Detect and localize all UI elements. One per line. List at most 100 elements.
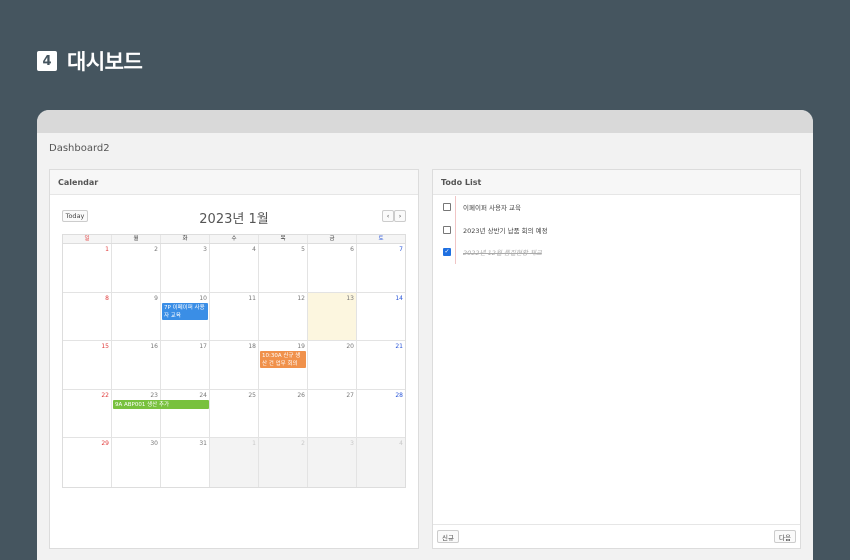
calendar-week: 8 9 10 7P 이페이퍼 사용자 교육 11 12 13 14 bbox=[63, 292, 405, 341]
calendar-week: 1 2 3 4 5 6 7 bbox=[63, 244, 405, 293]
todo-footer: 신규 다음 bbox=[433, 524, 800, 548]
calendar-day[interactable]: 10 7P 이페이퍼 사용자 교육 bbox=[161, 292, 210, 340]
day-number: 15 bbox=[101, 343, 109, 350]
calendar-day[interactable]: 27 bbox=[308, 389, 357, 437]
section-title: 대시보드 bbox=[67, 50, 143, 74]
todo-checkbox-checked[interactable]: ✓ bbox=[443, 248, 451, 257]
calendar-day[interactable]: 20 bbox=[308, 341, 357, 389]
todo-panel-title: Todo List bbox=[433, 170, 800, 195]
chevron-left-icon: ‹ bbox=[386, 212, 390, 220]
calendar-week: 15 16 17 18 19 10:30A 신규 생산 건 업무 회의 20 2… bbox=[63, 341, 405, 390]
day-number: 30 bbox=[150, 440, 158, 447]
weekday-header: 일 월 화 수 목 금 토 bbox=[63, 235, 405, 244]
calendar-panel: Calendar 2023년 1월 Today ‹ › 일 월 화 수 목 금 … bbox=[49, 169, 419, 549]
calendar-day[interactable]: 30 bbox=[112, 438, 161, 487]
calendar-day-other-month[interactable]: 2 bbox=[259, 438, 308, 487]
day-number: 21 bbox=[395, 343, 403, 350]
today-button[interactable]: Today bbox=[62, 210, 88, 222]
prev-month-button[interactable]: ‹ bbox=[382, 210, 394, 222]
calendar-month-title: 2023년 1월 bbox=[199, 212, 269, 227]
calendar-day-other-month[interactable]: 4 bbox=[357, 438, 405, 487]
day-number: 3 bbox=[350, 440, 354, 447]
calendar-day[interactable]: 31 bbox=[161, 438, 210, 487]
todo-item: 이페이퍼 사용자 교육 bbox=[433, 196, 800, 219]
todo-list: 이페이퍼 사용자 교육 2023년 상반기 납품 회의 예정 ✓ 2022년 1… bbox=[433, 196, 800, 264]
day-number: 9 bbox=[154, 294, 158, 302]
calendar-day[interactable]: 1 bbox=[63, 244, 112, 292]
todo-panel: Todo List 이페이퍼 사용자 교육 2023년 상반기 납품 회의 예정… bbox=[432, 169, 801, 549]
next-page-button[interactable]: 다음 bbox=[774, 530, 796, 543]
calendar-day[interactable]: 24 bbox=[161, 389, 210, 437]
day-number: 31 bbox=[199, 440, 207, 447]
calendar-event[interactable]: 10:30A 신규 생산 건 업무 회의 bbox=[260, 351, 306, 368]
calendar-week: 22 23 9A ABP001 생산 추가 24 25 26 27 28 bbox=[63, 389, 405, 438]
weekday-fri: 금 bbox=[308, 235, 357, 243]
calendar-day[interactable]: 23 9A ABP001 생산 추가 bbox=[112, 389, 209, 437]
todo-checkbox[interactable] bbox=[443, 203, 451, 212]
chevron-right-icon: › bbox=[398, 212, 402, 220]
day-number: 17 bbox=[199, 343, 207, 350]
weekday-tue: 화 bbox=[161, 235, 210, 243]
calendar-day-other-month[interactable]: 1 bbox=[210, 438, 259, 487]
weekday-mon: 월 bbox=[112, 235, 161, 243]
window-chrome bbox=[37, 110, 813, 133]
calendar-day[interactable]: 4 bbox=[210, 244, 259, 292]
weekday-wed: 수 bbox=[210, 235, 259, 243]
calendar-event[interactable]: 7P 이페이퍼 사용자 교육 bbox=[162, 302, 208, 320]
calendar-day[interactable]: 16 bbox=[112, 341, 161, 389]
day-number: 26 bbox=[297, 391, 305, 399]
calendar-day[interactable]: 21 bbox=[357, 341, 405, 389]
todo-checkbox[interactable] bbox=[443, 225, 451, 234]
calendar-day-today[interactable]: 13 bbox=[308, 292, 357, 340]
calendar-day[interactable]: 5 bbox=[259, 244, 308, 292]
calendar-day[interactable]: 6 bbox=[308, 244, 357, 292]
calendar-week: 29 30 31 1 2 3 4 bbox=[63, 438, 405, 487]
calendar-day[interactable]: 11 bbox=[210, 292, 259, 340]
day-number: 14 bbox=[395, 294, 403, 302]
day-number: 6 bbox=[350, 246, 354, 253]
calendar-day[interactable]: 26 bbox=[259, 389, 308, 437]
calendar-toolbar: 2023년 1월 Today ‹ › bbox=[62, 208, 406, 227]
day-number: 29 bbox=[101, 440, 109, 447]
day-number: 13 bbox=[346, 294, 354, 302]
calendar-day[interactable]: 22 bbox=[63, 389, 112, 437]
day-number: 19 bbox=[297, 343, 305, 350]
page-title: Dashboard2 bbox=[49, 143, 110, 154]
calendar-day[interactable]: 18 bbox=[210, 341, 259, 389]
calendar-day[interactable]: 28 bbox=[357, 390, 405, 438]
weekday-sun: 일 bbox=[63, 235, 112, 243]
section-heading: 4 대시보드 bbox=[37, 46, 143, 76]
calendar-day[interactable]: 12 bbox=[259, 292, 308, 340]
todo-item-text: 이페이퍼 사용자 교육 bbox=[463, 204, 521, 213]
calendar-day[interactable]: 25 bbox=[210, 389, 259, 437]
new-todo-button[interactable]: 신규 bbox=[437, 530, 459, 543]
day-number: 1 bbox=[252, 440, 256, 447]
day-number: 20 bbox=[346, 343, 354, 350]
calendar-day[interactable]: 8 bbox=[63, 292, 112, 340]
calendar-day[interactable]: 15 bbox=[63, 341, 112, 389]
calendar-day[interactable]: 7 bbox=[357, 244, 405, 292]
day-number: 12 bbox=[297, 294, 305, 302]
calendar-grid: 일 월 화 수 목 금 토 1 2 3 4 5 6 7 8 9 10 7P 이페… bbox=[62, 234, 406, 488]
day-number: 1 bbox=[105, 246, 109, 253]
calendar-day[interactable]: 2 bbox=[112, 244, 161, 292]
calendar-day[interactable]: 3 bbox=[161, 244, 210, 292]
checkmark-icon: ✓ bbox=[444, 248, 450, 256]
calendar-day[interactable]: 14 bbox=[357, 293, 405, 341]
calendar-day-other-month[interactable]: 3 bbox=[308, 438, 357, 487]
day-number: 2 bbox=[154, 246, 158, 253]
day-number: 25 bbox=[248, 391, 256, 399]
calendar-day[interactable]: 17 bbox=[161, 341, 210, 389]
day-number: 28 bbox=[395, 391, 403, 399]
calendar-day[interactable]: 19 10:30A 신규 생산 건 업무 회의 bbox=[259, 341, 308, 389]
day-number: 23 bbox=[150, 391, 158, 399]
weekday-sat: 토 bbox=[378, 236, 384, 242]
calendar-panel-title: Calendar bbox=[50, 170, 418, 195]
calendar-day[interactable]: 9 bbox=[112, 292, 161, 340]
calendar-day[interactable]: 29 bbox=[63, 438, 112, 487]
todo-item-text: 2022년 12월 품질현황 체크 bbox=[463, 249, 542, 258]
todo-item-text: 2023년 상반기 납품 회의 예정 bbox=[463, 226, 548, 235]
day-number: 24 bbox=[199, 391, 207, 399]
day-number: 8 bbox=[105, 294, 109, 302]
next-month-button[interactable]: › bbox=[394, 210, 406, 222]
